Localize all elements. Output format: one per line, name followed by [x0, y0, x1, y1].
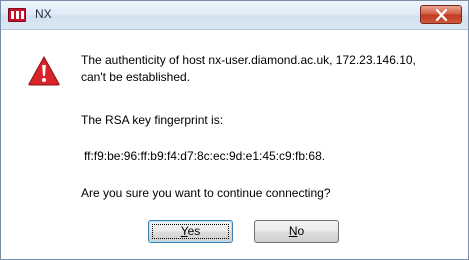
yes-label-rest: es: [187, 224, 201, 238]
no-button-label: No: [289, 224, 304, 238]
nx-dialog-window: NX The authenticity of host nx-user.diam…: [0, 0, 469, 260]
window-title: NX: [35, 7, 52, 21]
yes-button[interactable]: Yes: [148, 220, 233, 243]
warning-icon: [28, 56, 60, 86]
title-bar[interactable]: NX: [1, 1, 468, 30]
yes-button-label: Yes: [181, 224, 201, 238]
fingerprint-label: The RSA key fingerprint is:: [81, 113, 224, 127]
close-button[interactable]: [420, 5, 462, 24]
nx-app-icon: [8, 8, 26, 22]
confirm-question: Are you sure you want to continue connec…: [81, 186, 331, 200]
dialog-content: The authenticity of host nx-user.diamond…: [1, 30, 468, 259]
no-label-rest: o: [297, 224, 305, 238]
no-button[interactable]: No: [254, 220, 339, 243]
message-line-1: The authenticity of host nx-user.diamond…: [81, 53, 416, 67]
yes-mnemonic: Y: [180, 224, 188, 238]
message-line-2: can't be established.: [81, 70, 191, 84]
fingerprint-value: ff:f9:be:96:ff:b9:f4:d7:8c:ec:9d:e1:45:c…: [84, 149, 326, 163]
close-icon: [435, 9, 448, 21]
